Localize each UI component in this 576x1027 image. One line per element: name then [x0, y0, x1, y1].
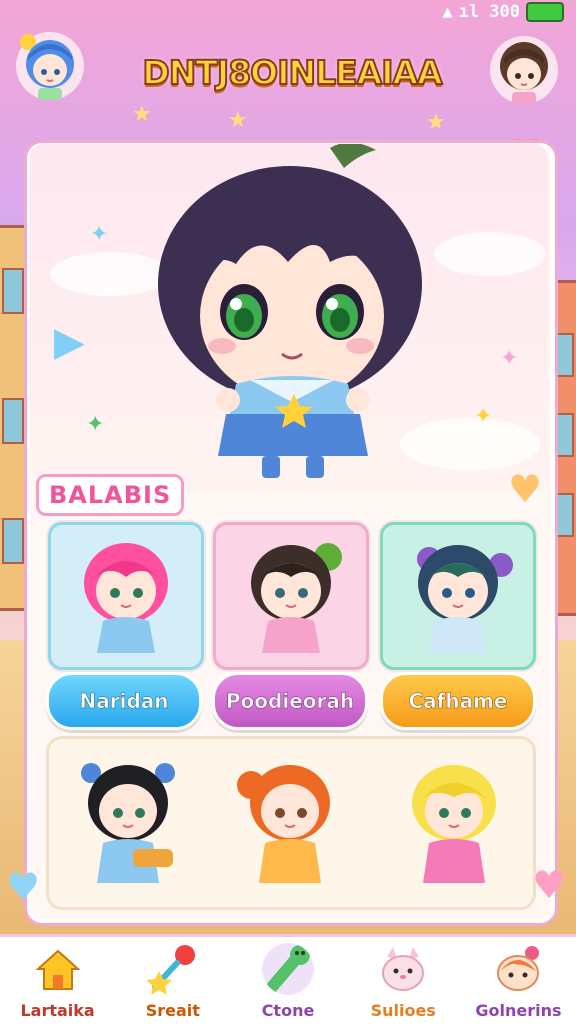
window	[2, 268, 24, 314]
roster-character-3[interactable]	[389, 751, 519, 901]
sparkle-decoration: ✦	[86, 412, 105, 437]
home-icon	[34, 949, 81, 990]
status-text: ıl 300	[458, 2, 520, 22]
nav-item-home[interactable]: Lartaika	[0, 937, 115, 1027]
signal-icon: ▲	[442, 2, 453, 22]
character-roster	[46, 736, 536, 910]
heart-decoration: ♥	[532, 863, 567, 907]
battery-icon	[526, 2, 564, 22]
bottom-navigation: Lartaika Sreait Ctone Sulioes Golnerins	[0, 934, 576, 1027]
heart-decoration: ♥	[6, 865, 41, 909]
nav-label: Ctone	[261, 1001, 315, 1020]
star-wand-icon	[146, 945, 195, 995]
pet-icon	[382, 947, 425, 991]
window	[2, 518, 24, 564]
mascot-icon	[497, 946, 540, 991]
sparkle-decoration: ✦	[500, 346, 519, 371]
roster-character-1[interactable]	[63, 751, 193, 901]
sparkle-decoration: ✦	[90, 222, 109, 247]
character-card-1[interactable]	[48, 522, 204, 670]
character-card-3[interactable]	[380, 522, 536, 670]
status-bar: ▲ ıl 300	[442, 2, 564, 22]
roster-character-2[interactable]	[225, 751, 355, 901]
nav-item-gallery[interactable]: Golnerins	[461, 937, 576, 1027]
player-avatar-right[interactable]	[488, 34, 560, 106]
category-button-2[interactable]: Poodieorah	[212, 672, 368, 730]
window	[2, 398, 24, 444]
nav-label: Sulioes	[370, 1001, 436, 1020]
nav-item-search[interactable]: Sreait	[115, 937, 230, 1027]
character-card-2[interactable]	[213, 522, 369, 670]
heart-decoration: ♥	[508, 467, 543, 511]
arrow-left-icon[interactable]: ▶	[54, 322, 85, 362]
star-decoration: ★	[426, 110, 446, 135]
section-title: BALABIS	[36, 474, 185, 516]
star-decoration: ★	[132, 102, 152, 127]
star-decoration: ★	[228, 108, 248, 133]
player-avatar-left[interactable]	[14, 30, 86, 102]
slime-icon	[262, 943, 314, 995]
category-button-3[interactable]: Cafhame	[380, 672, 536, 730]
nav-label: Golnerins	[475, 1001, 562, 1020]
game-title: DNTJ8OINLEAIAA	[141, 52, 443, 93]
sparkle-decoration: ✦	[474, 404, 493, 429]
nav-label: Lartaika	[20, 1001, 95, 1020]
nav-label: Sreait	[145, 1001, 200, 1020]
category-button-1[interactable]: Naridan	[46, 672, 202, 730]
nav-item-ctone[interactable]: Ctone	[230, 937, 345, 1027]
featured-character-view[interactable]: ▶ ✦ ✦ ✦ ✦	[30, 144, 548, 492]
nav-item-pets[interactable]: Sulioes	[346, 937, 461, 1027]
